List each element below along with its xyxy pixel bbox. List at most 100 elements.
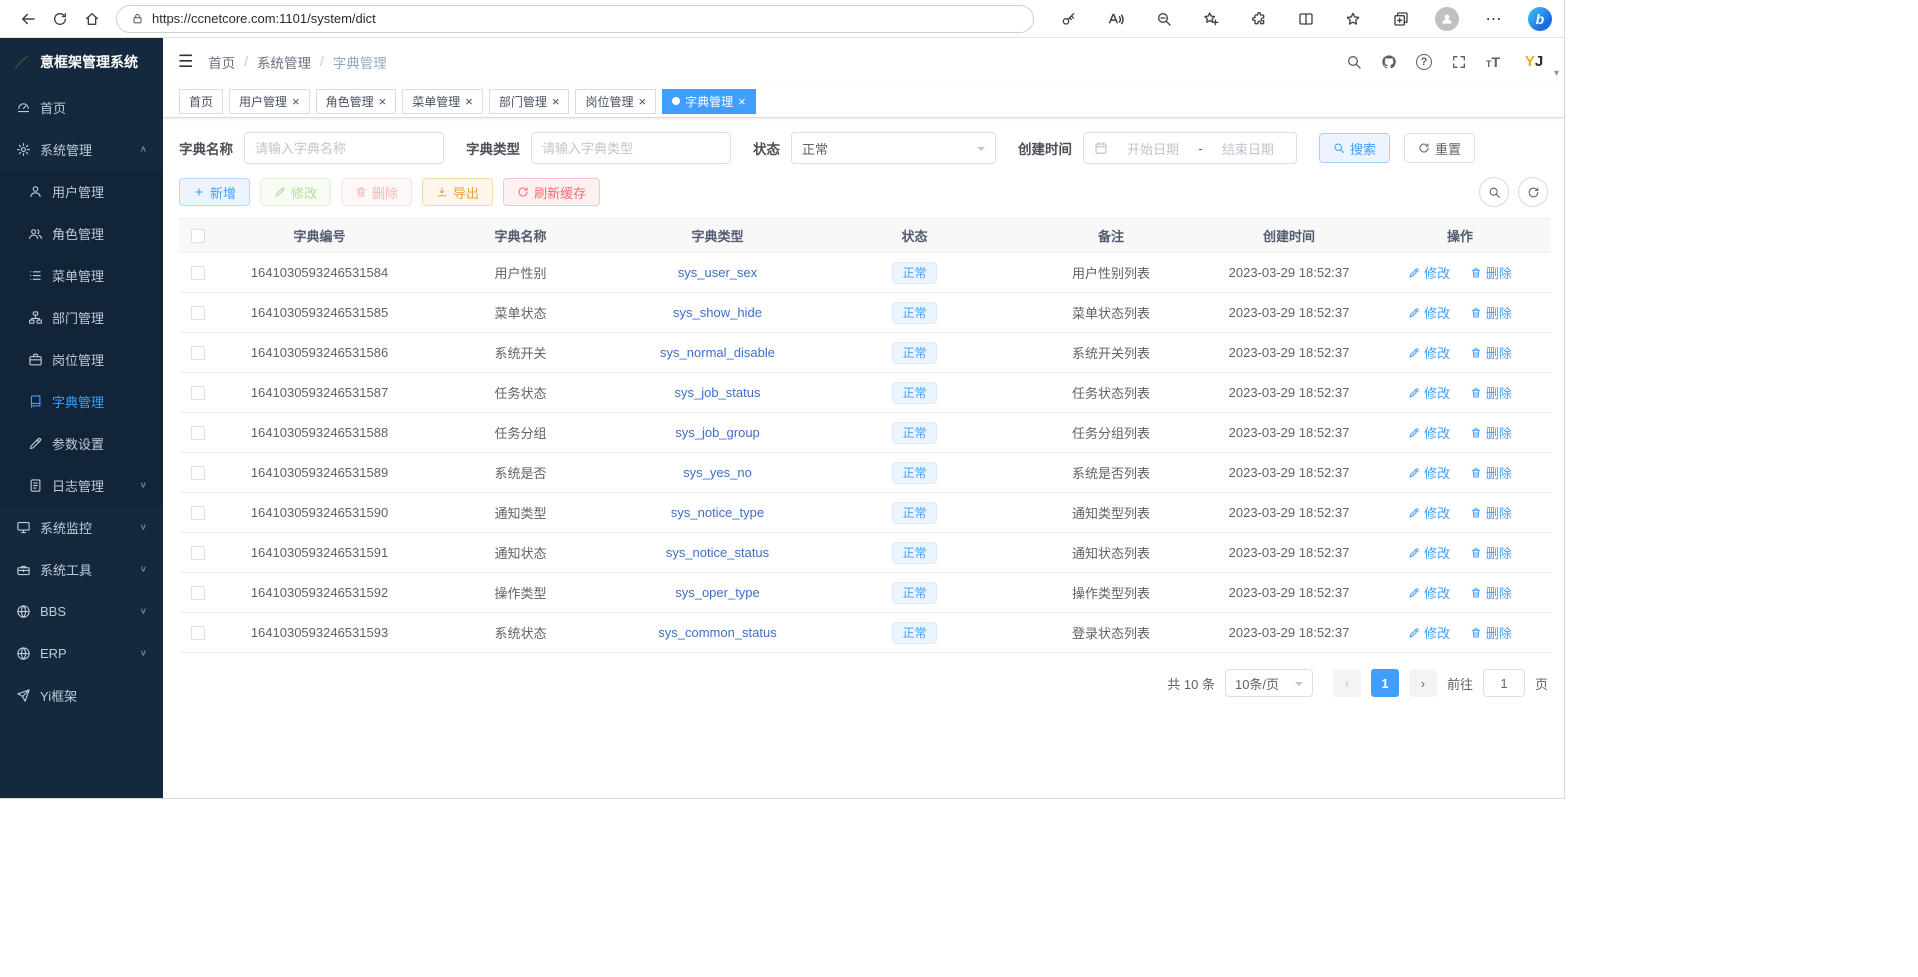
header-search-icon[interactable] — [1346, 54, 1362, 70]
sidebar-menu-item[interactable]: 角色管理 — [0, 212, 163, 254]
browser-profile-avatar[interactable] — [1435, 7, 1459, 31]
row-edit-link[interactable]: 修改 — [1408, 543, 1450, 562]
row-edit-link[interactable]: 修改 — [1408, 263, 1450, 282]
row-checkbox[interactable] — [191, 266, 205, 280]
row-checkbox[interactable] — [191, 426, 205, 440]
tab-close-icon[interactable]: × — [292, 95, 300, 108]
export-button[interactable]: 导出 — [422, 178, 493, 206]
row-edit-link[interactable]: 修改 — [1408, 423, 1450, 442]
row-edit-link[interactable]: 修改 — [1408, 503, 1450, 522]
row-delete-link[interactable]: 删除 — [1470, 303, 1512, 322]
row-delete-link[interactable]: 删除 — [1470, 423, 1512, 442]
dict-type-link[interactable]: sys_job_group — [675, 425, 760, 440]
breadcrumb-link[interactable]: 系统管理 — [257, 52, 311, 72]
search-button[interactable]: 搜索 — [1319, 133, 1390, 163]
sidebar-menu-item[interactable]: 字典管理 — [0, 380, 163, 422]
fullscreen-icon[interactable] — [1451, 54, 1467, 70]
collections-icon[interactable] — [1388, 6, 1414, 32]
row-edit-link[interactable]: 修改 — [1408, 343, 1450, 362]
dict-type-link[interactable]: sys_show_hide — [673, 305, 762, 320]
add-favorite-icon[interactable] — [1198, 6, 1224, 32]
dict-type-link[interactable]: sys_notice_status — [666, 545, 769, 560]
page-number-button[interactable]: 1 — [1371, 669, 1399, 697]
row-checkbox[interactable] — [191, 306, 205, 320]
dict-type-link[interactable]: sys_normal_disable — [660, 345, 775, 360]
row-edit-link[interactable]: 修改 — [1408, 623, 1450, 642]
sidebar-menu-item[interactable]: 系统工具 ∨ — [0, 548, 163, 590]
row-checkbox[interactable] — [191, 506, 205, 520]
prev-page-button[interactable]: ‹ — [1333, 669, 1361, 697]
delete-button[interactable]: 删除 — [341, 178, 412, 206]
view-tab[interactable]: 岗位管理 × — [575, 89, 656, 114]
dict-name-input[interactable] — [255, 141, 433, 156]
dict-type-link[interactable]: sys_user_sex — [678, 265, 757, 280]
row-delete-link[interactable]: 删除 — [1470, 543, 1512, 562]
status-select[interactable]: 正常 — [791, 132, 996, 164]
tab-close-icon[interactable]: × — [738, 95, 746, 108]
sidebar-menu-item[interactable]: 岗位管理 — [0, 338, 163, 380]
row-edit-link[interactable]: 修改 — [1408, 383, 1450, 402]
sidebar-menu-item[interactable]: Yi框架 — [0, 674, 163, 716]
page-size-select[interactable]: 10条/页 — [1225, 669, 1313, 697]
row-checkbox[interactable] — [191, 626, 205, 640]
edit-button[interactable]: 修改 — [260, 178, 331, 206]
sidebar-menu-item[interactable]: 日志管理 ∨ — [0, 464, 163, 506]
dict-type-link[interactable]: sys_oper_type — [675, 585, 760, 600]
password-key-icon[interactable] — [1056, 6, 1082, 32]
sidebar-menu-item[interactable]: 参数设置 — [0, 422, 163, 464]
font-size-icon[interactable]: TT — [1486, 54, 1500, 70]
row-checkbox[interactable] — [191, 586, 205, 600]
sidebar-menu-item[interactable]: 系统管理 ∧ — [0, 128, 163, 170]
row-delete-link[interactable]: 删除 — [1470, 343, 1512, 362]
breadcrumb-link[interactable]: 首页 — [208, 52, 235, 72]
row-delete-link[interactable]: 删除 — [1470, 463, 1512, 482]
row-edit-link[interactable]: 修改 — [1408, 583, 1450, 602]
view-tab[interactable]: 菜单管理 × — [402, 89, 483, 114]
browser-home-button[interactable] — [76, 3, 108, 35]
row-delete-link[interactable]: 删除 — [1470, 383, 1512, 402]
row-edit-link[interactable]: 修改 — [1408, 303, 1450, 322]
view-tab[interactable]: 首页 — [179, 89, 223, 114]
view-tab[interactable]: 用户管理 × — [229, 89, 310, 114]
tab-close-icon[interactable]: × — [638, 95, 646, 108]
row-delete-link[interactable]: 删除 — [1470, 623, 1512, 642]
refresh-table-button[interactable] — [1518, 177, 1548, 207]
next-page-button[interactable]: › — [1409, 669, 1437, 697]
browser-refresh-button[interactable] — [44, 3, 76, 35]
user-avatar[interactable]: YJ ▾ — [1519, 47, 1549, 77]
sidebar-menu-item[interactable]: 用户管理 — [0, 170, 163, 212]
refresh-cache-button[interactable]: 刷新缓存 — [503, 178, 600, 206]
goto-page-input[interactable] — [1483, 669, 1525, 697]
add-button[interactable]: 新增 — [179, 178, 250, 206]
view-tab[interactable]: 角色管理 × — [316, 89, 397, 114]
dict-type-link[interactable]: sys_job_status — [675, 385, 761, 400]
favorites-icon[interactable] — [1340, 6, 1366, 32]
sidebar-menu-item[interactable]: 菜单管理 — [0, 254, 163, 296]
row-delete-link[interactable]: 删除 — [1470, 583, 1512, 602]
row-delete-link[interactable]: 删除 — [1470, 263, 1512, 282]
select-all-checkbox[interactable] — [191, 229, 205, 243]
browser-menu-icon[interactable]: ⋯ — [1481, 6, 1507, 32]
sidebar-toggle-icon[interactable]: ☰ — [178, 52, 193, 72]
tab-close-icon[interactable]: × — [552, 95, 560, 108]
sidebar-menu-item[interactable]: 系统监控 ∨ — [0, 506, 163, 548]
toggle-search-button[interactable] — [1479, 177, 1509, 207]
dict-type-link[interactable]: sys_notice_type — [671, 505, 764, 520]
bing-copilot-icon[interactable]: b — [1528, 7, 1552, 31]
row-checkbox[interactable] — [191, 386, 205, 400]
date-range-picker[interactable]: 开始日期 - 结束日期 — [1083, 132, 1297, 164]
sidebar-menu-item[interactable]: 部门管理 — [0, 296, 163, 338]
row-delete-link[interactable]: 删除 — [1470, 503, 1512, 522]
row-checkbox[interactable] — [191, 546, 205, 560]
breadcrumb-link[interactable]: 字典管理 — [333, 52, 387, 72]
extensions-icon[interactable] — [1246, 6, 1272, 32]
split-screen-icon[interactable] — [1293, 6, 1319, 32]
row-checkbox[interactable] — [191, 466, 205, 480]
view-tab[interactable]: 部门管理 × — [489, 89, 570, 114]
zoom-out-icon[interactable] — [1151, 6, 1177, 32]
read-aloud-icon[interactable] — [1103, 6, 1129, 32]
dict-type-link[interactable]: sys_common_status — [658, 625, 777, 640]
view-tab[interactable]: 字典管理 × — [662, 89, 756, 114]
sidebar-menu-item[interactable]: 首页 — [0, 86, 163, 128]
browser-back-button[interactable] — [12, 3, 44, 35]
